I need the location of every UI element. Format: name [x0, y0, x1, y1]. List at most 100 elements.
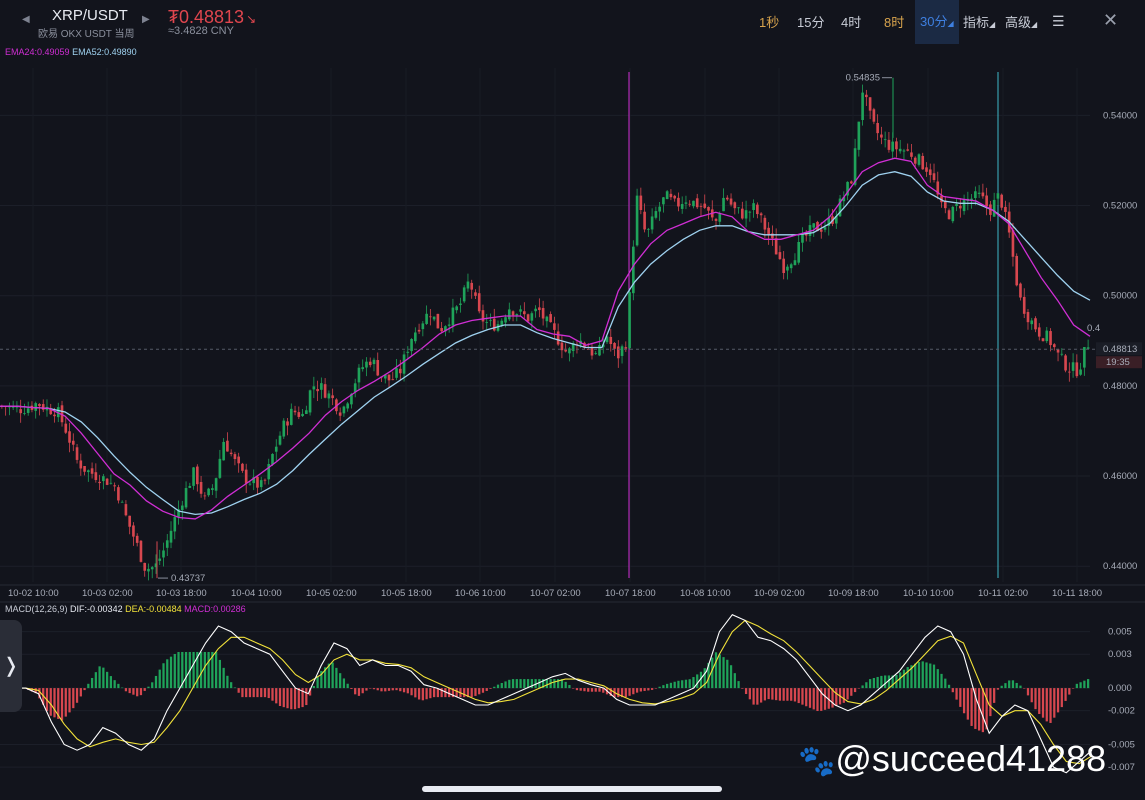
macd-bar-up	[696, 674, 699, 689]
macd-bar-up	[207, 651, 210, 689]
candle-up	[628, 292, 631, 349]
candle-up	[282, 420, 286, 437]
candle-down	[868, 97, 872, 111]
macd-bar-down	[282, 688, 285, 708]
macd-bar-down	[594, 688, 597, 692]
macd-bar-down	[263, 688, 267, 698]
candle-down	[703, 203, 707, 208]
macd-bar-down	[380, 688, 383, 692]
macd-bar-down	[801, 688, 804, 705]
macd-bar-down	[278, 688, 282, 707]
candle-down	[241, 463, 244, 471]
macd-bar-up	[692, 677, 695, 689]
candle-up	[786, 266, 789, 271]
macd-bar-up	[226, 675, 229, 689]
candle-down	[985, 195, 988, 207]
candle-up	[650, 216, 654, 230]
candle-down	[474, 292, 477, 296]
macd-bar-down	[402, 688, 406, 693]
candle-down	[338, 412, 342, 416]
macd-bar-down	[647, 688, 650, 691]
candle-up	[1079, 369, 1082, 375]
macd-bar-down	[654, 688, 658, 689]
candle-down	[609, 336, 613, 345]
home-indicator[interactable]	[422, 786, 722, 792]
macd-bar-up	[339, 673, 342, 689]
macd-bar-up	[199, 651, 203, 689]
candle-down	[549, 314, 552, 323]
macd-bar-down	[639, 688, 642, 692]
macd-bar-down	[842, 688, 845, 703]
current-price-axis-label: 0.48813	[1103, 344, 1137, 355]
macd-bar-down	[1049, 688, 1052, 723]
macd-bar-up	[192, 651, 195, 689]
candle-up	[414, 332, 417, 342]
candle-down	[759, 213, 763, 216]
candle-down	[556, 331, 560, 345]
time-tick-label: 10-03 18:00	[156, 588, 207, 599]
time-tick-label: 10-06 10:00	[455, 588, 506, 599]
macd-bar-down	[635, 688, 639, 693]
candle-up	[402, 354, 406, 374]
macd-bar-down	[421, 688, 424, 701]
macd-bar-up	[233, 687, 237, 689]
macd-bar-down	[959, 688, 962, 707]
macd-bar-down	[850, 688, 853, 696]
macd-bar-down	[993, 688, 996, 703]
chart-canvas[interactable]: 0.54000 0.52000 0.50000 0.48000 0.46000 0.440…	[0, 0, 1145, 800]
macd-bar-up	[519, 679, 522, 689]
candle-down	[613, 342, 616, 349]
candle-down	[98, 481, 101, 484]
price-tick-label: 0.46000	[1103, 471, 1137, 482]
macd-bar-up	[222, 667, 225, 689]
macd-bar-up	[102, 667, 105, 689]
macd-bar-down	[955, 688, 958, 700]
candle-up	[823, 227, 827, 230]
macd-bar-down	[853, 688, 857, 693]
candle-up	[992, 199, 996, 217]
macd-bar-down	[628, 688, 631, 696]
macd-bar-up	[158, 669, 161, 689]
time-tick-label: 10-07 02:00	[530, 588, 581, 599]
candle-down	[143, 562, 147, 571]
candle-down	[436, 313, 440, 329]
candle-up	[271, 453, 274, 465]
candle-up	[507, 309, 511, 320]
macd-bar-down	[83, 688, 86, 691]
macd-bar-down	[241, 688, 244, 698]
macd-bar-down	[361, 688, 364, 694]
candle-up	[447, 324, 451, 326]
candle-up	[744, 210, 748, 219]
candle-up	[515, 314, 519, 316]
candle-up	[406, 351, 410, 353]
candle-up	[1060, 353, 1064, 355]
macd-bar-down	[797, 688, 800, 704]
candle-up	[421, 323, 425, 330]
candle-up	[902, 150, 906, 152]
candle-up	[545, 316, 549, 322]
macd-bar-down	[857, 688, 860, 689]
candle-down	[729, 198, 733, 205]
candle-down	[850, 181, 853, 184]
macd-bar-down	[790, 688, 793, 701]
candle-up	[395, 368, 398, 378]
macd-bar-down	[132, 688, 135, 695]
macd-bar-up	[887, 675, 891, 689]
candle-up	[274, 446, 278, 452]
macd-bar-up	[335, 667, 338, 689]
macd-bar-down	[572, 688, 575, 689]
macd-bar-up	[884, 675, 887, 689]
candle-up	[320, 383, 323, 390]
candle-down	[778, 252, 782, 260]
candle-down	[669, 193, 673, 198]
candle-down	[564, 350, 567, 352]
candle-down	[124, 504, 128, 516]
candle-up	[883, 139, 887, 141]
side-panel-toggle[interactable]: ❭	[0, 620, 22, 712]
candle-up	[1086, 347, 1090, 349]
candle-down	[132, 525, 135, 537]
macd-bar-up	[109, 676, 113, 689]
candle-down	[391, 379, 395, 381]
macd-bar-down	[763, 688, 767, 701]
macd-bar-up	[936, 669, 939, 689]
